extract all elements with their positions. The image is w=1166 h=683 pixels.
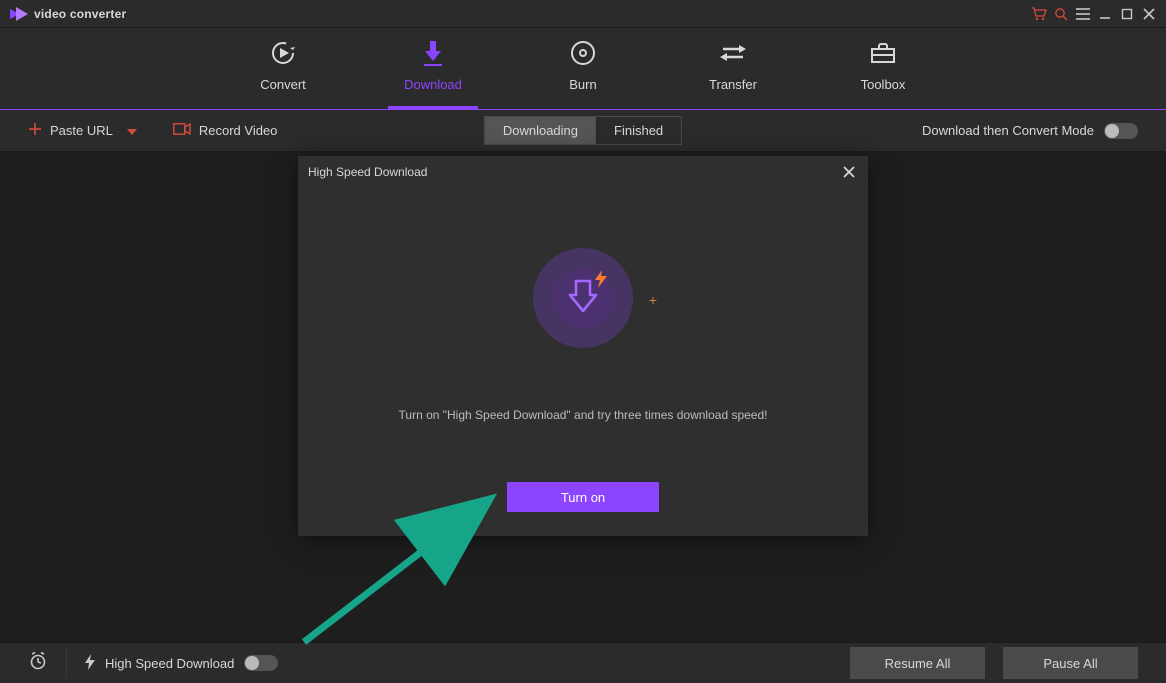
modal-close-button[interactable] [840,163,858,181]
tab-convert[interactable]: Convert [238,39,328,109]
toolbox-icon [870,39,896,67]
close-window-button[interactable] [1138,3,1160,25]
brand: video converter [10,7,126,21]
burn-icon [570,39,596,67]
transfer-icon [719,39,747,67]
hsd-toggle[interactable] [244,655,278,671]
record-video-button[interactable]: Record Video [173,123,278,138]
stage: High Speed Download + Turn on "High Spee… [0,152,1166,642]
plus-accent-icon: + [649,292,657,308]
download-icon [421,39,445,67]
tab-download[interactable]: Download [388,39,478,109]
app-logo-icon [10,7,28,21]
modal-turn-on-button[interactable]: Turn on [507,482,659,512]
menu-button[interactable] [1072,3,1094,25]
convert-mode-toggle[interactable] [1104,123,1138,139]
record-video-label: Record Video [199,123,278,138]
paste-url-label: Paste URL [50,123,113,138]
search-button[interactable] [1050,3,1072,25]
clock-icon[interactable] [28,651,48,676]
footer: High Speed Download Resume All Pause All [0,642,1166,683]
tab-label: Convert [260,77,306,92]
modal-message: Turn on "High Speed Download" and try th… [399,408,768,422]
tab-transfer[interactable]: Transfer [688,39,778,109]
title-bar: video converter [0,0,1166,28]
tab-label: Burn [569,77,596,92]
minimize-button[interactable] [1094,3,1116,25]
convert-icon [269,39,297,67]
tab-toolbox[interactable]: Toolbox [838,39,928,109]
app-name: video converter [34,7,126,21]
cart-button[interactable] [1028,3,1050,25]
bolt-small-icon [85,654,95,673]
resume-all-button[interactable]: Resume All [850,647,985,679]
plus-icon [28,122,42,139]
main-tabs: Convert Download Burn Transfer Toolbox [0,28,1166,110]
tab-label: Toolbox [861,77,906,92]
maximize-button[interactable] [1116,3,1138,25]
modal-graphic: + [533,248,633,348]
tab-label: Download [404,77,462,92]
chevron-down-icon [127,123,137,138]
tab-label: Transfer [709,77,757,92]
tab-burn[interactable]: Burn [538,39,628,109]
hsd-label: High Speed Download [105,656,234,671]
convert-mode-label: Download then Convert Mode [922,123,1094,138]
high-speed-download-modal: High Speed Download + Turn on "High Spee… [298,156,868,536]
segment-downloading[interactable]: Downloading [485,117,596,144]
segment-finished[interactable]: Finished [596,117,681,144]
paste-url-button[interactable]: Paste URL [28,122,137,139]
bolt-icon [595,270,607,293]
modal-title: High Speed Download [308,165,427,179]
toolbar: Paste URL Record Video Downloading Finis… [0,110,1166,152]
camera-icon [173,123,191,138]
download-status-segment: Downloading Finished [484,116,682,145]
pause-all-button[interactable]: Pause All [1003,647,1138,679]
